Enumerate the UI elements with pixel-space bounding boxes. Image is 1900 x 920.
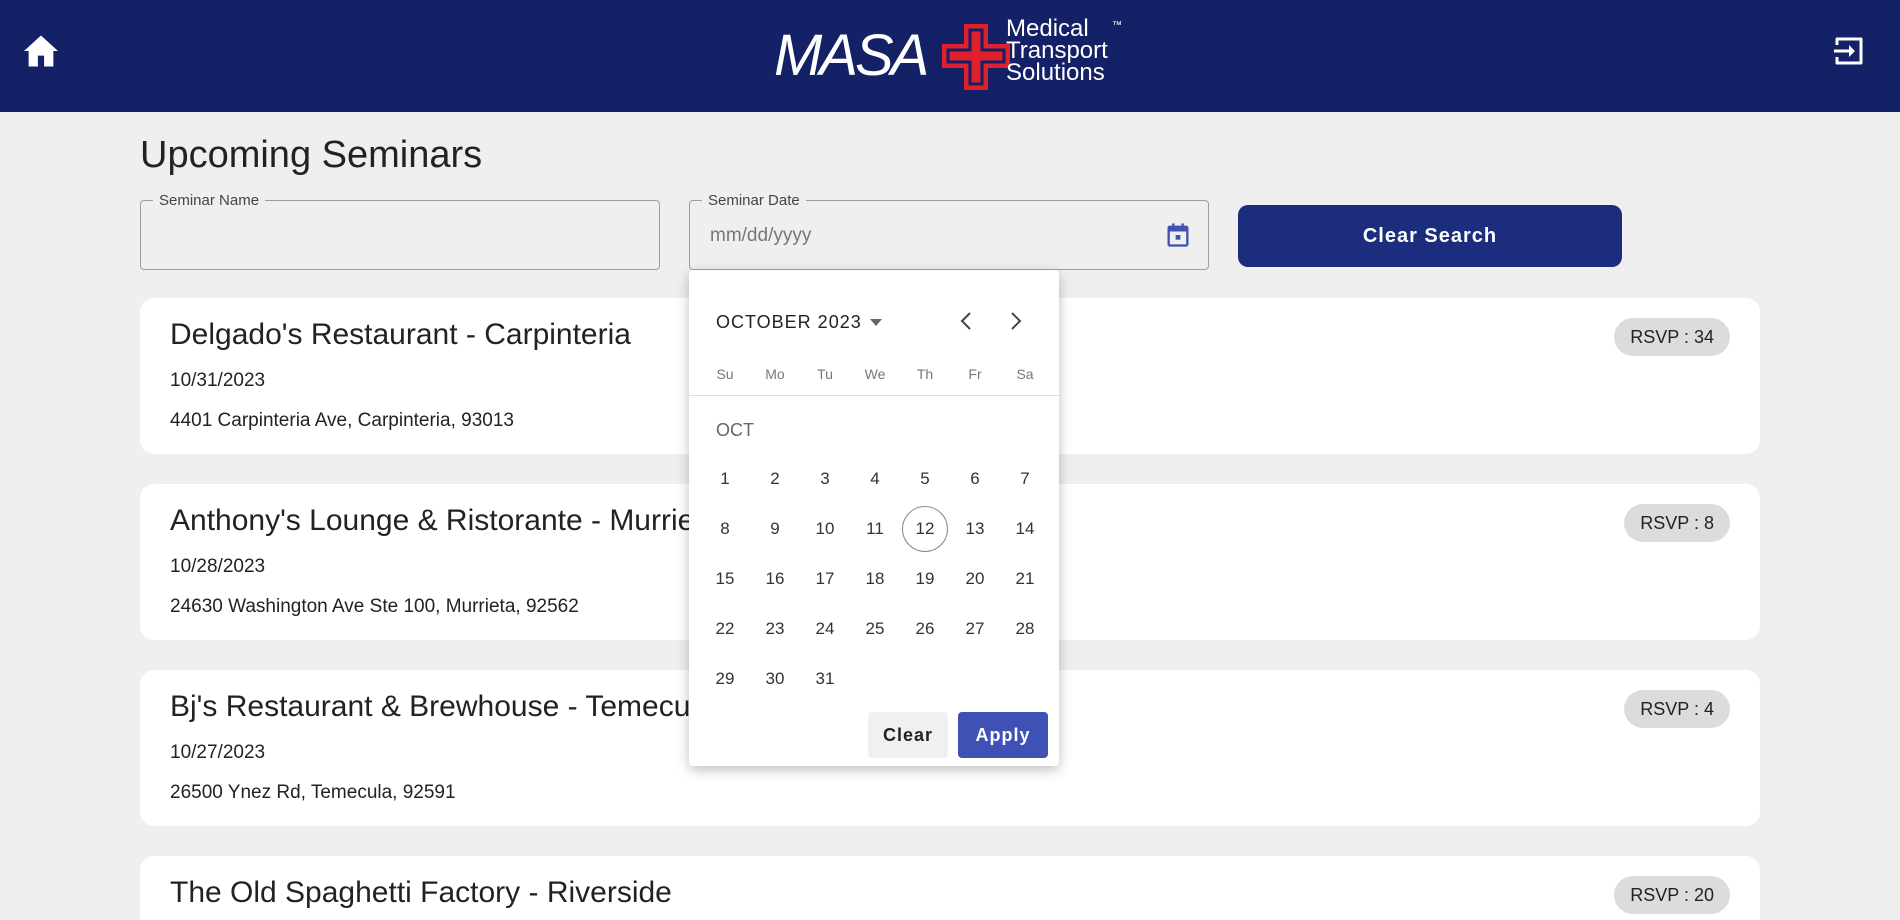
logo-tagline: Medical Transport Solutions <box>1006 15 1108 86</box>
day-cell[interactable]: 29 <box>702 656 748 702</box>
day-cell[interactable]: 26 <box>902 606 948 652</box>
next-month-button[interactable] <box>1001 306 1031 336</box>
picker-apply-button[interactable]: Apply <box>958 712 1048 758</box>
logout-icon <box>1834 37 1863 65</box>
day-cell[interactable]: 20 <box>952 556 998 602</box>
chevron-left-icon <box>960 312 971 330</box>
logo-word: MASA <box>774 23 929 88</box>
day-cell[interactable]: 19 <box>902 556 948 602</box>
day-cell[interactable]: 14 <box>1002 506 1048 552</box>
rsvp-badge: RSVP : 8 <box>1624 504 1730 542</box>
logout-button[interactable] <box>1828 30 1870 72</box>
day-cell[interactable]: 5 <box>902 456 948 502</box>
seminar-date-placeholder: mm/dd/yyyy <box>710 225 812 246</box>
picker-clear-button[interactable]: Clear <box>868 712 948 758</box>
rsvp-badge: RSVP : 20 <box>1614 876 1730 914</box>
previous-month-button[interactable] <box>951 306 981 336</box>
day-cell[interactable]: 17 <box>802 556 848 602</box>
caret-down-icon <box>869 318 882 326</box>
masa-logo: MASA Medical Transport Solutions ™ <box>774 15 1134 92</box>
month-abbreviation: OCT <box>716 420 754 440</box>
seminar-address: 26500 Ynez Rd, Temecula, 92591 <box>170 782 456 803</box>
page-title: Upcoming Seminars <box>140 134 483 176</box>
seminar-date: 10/27/2023 <box>170 742 266 763</box>
rsvp-badge: RSVP : 4 <box>1624 690 1730 728</box>
day-cell[interactable]: 7 <box>1002 456 1048 502</box>
day-cell[interactable]: 31 <box>802 656 848 702</box>
day-cell[interactable]: 22 <box>702 606 748 652</box>
chevron-right-icon <box>1011 312 1022 330</box>
weekday-label: Tu <box>817 366 833 382</box>
day-cell[interactable]: 10 <box>802 506 848 552</box>
date-picker-popup: OCTOBER 2023 Su Mo Tu We Th Fr Sa OCT 12345678… <box>689 270 1059 766</box>
logo-trademark: ™ <box>1112 20 1122 31</box>
weekday-label: Sa <box>1016 366 1034 382</box>
seminar-name: Delgado's Restaurant - Carpinteria <box>170 318 631 351</box>
seminar-address: 24630 Washington Ave Ste 100, Murrieta, … <box>170 596 579 617</box>
home-button[interactable] <box>20 30 62 72</box>
day-cell[interactable]: 13 <box>952 506 998 552</box>
day-cell[interactable]: 15 <box>702 556 748 602</box>
seminar-name: The Old Spaghetti Factory - Riverside <box>170 876 672 909</box>
seminar-date: 10/28/2023 <box>170 556 266 577</box>
rsvp-badge: RSVP : 34 <box>1614 318 1730 356</box>
weekday-label: Su <box>716 366 734 382</box>
day-cell-today[interactable]: 12 <box>902 506 948 552</box>
day-cell[interactable]: 8 <box>702 506 748 552</box>
seminar-card[interactable]: The Old Spaghetti Factory - Riverside RS… <box>140 856 1760 920</box>
day-cell[interactable]: 24 <box>802 606 848 652</box>
calendar-icon[interactable] <box>1164 221 1192 249</box>
home-icon <box>24 35 58 67</box>
seminar-date-label: Seminar Date <box>702 192 806 209</box>
day-cell[interactable]: 25 <box>852 606 898 652</box>
seminar-date: 10/31/2023 <box>170 370 266 391</box>
weekday-label: Fr <box>968 366 982 382</box>
day-cell[interactable]: 23 <box>752 606 798 652</box>
day-cell[interactable]: 16 <box>752 556 798 602</box>
month-year-selector[interactable]: OCTOBER 2023 <box>716 312 882 333</box>
weekday-header: Su Mo Tu We Th Fr Sa <box>689 366 1059 396</box>
day-cell[interactable]: 28 <box>1002 606 1048 652</box>
day-cell[interactable]: 21 <box>1002 556 1048 602</box>
seminar-name: Anthony's Lounge & Ristorante - Murrieta <box>170 504 720 537</box>
seminar-date-input[interactable]: Seminar Date mm/dd/yyyy <box>689 192 1209 270</box>
weekday-label: Mo <box>765 366 785 382</box>
day-cell[interactable]: 18 <box>852 556 898 602</box>
logo-cross-icon <box>942 24 1010 90</box>
day-cell[interactable]: 3 <box>802 456 848 502</box>
day-cell[interactable]: 2 <box>752 456 798 502</box>
weekday-label: We <box>864 366 886 382</box>
seminar-name-input[interactable]: Seminar Name <box>140 192 660 270</box>
day-cell[interactable]: 30 <box>752 656 798 702</box>
seminar-address: 4401 Carpinteria Ave, Carpinteria, 93013 <box>170 410 514 431</box>
clear-search-button[interactable]: Clear Search <box>1238 205 1622 267</box>
seminar-name: Bj's Restaurant & Brewhouse - Temecula <box>170 690 714 723</box>
day-cell[interactable]: 4 <box>852 456 898 502</box>
weekday-label: Th <box>916 366 934 382</box>
day-cell[interactable]: 9 <box>752 506 798 552</box>
month-year-label: OCTOBER 2023 <box>716 312 862 332</box>
day-cell[interactable]: 27 <box>952 606 998 652</box>
top-bar: MASA Medical Transport Solutions ™ <box>0 0 1900 112</box>
day-cell[interactable]: 1 <box>702 456 748 502</box>
seminar-name-label: Seminar Name <box>153 192 266 209</box>
day-cell[interactable]: 11 <box>852 506 898 552</box>
day-cell[interactable]: 6 <box>952 456 998 502</box>
